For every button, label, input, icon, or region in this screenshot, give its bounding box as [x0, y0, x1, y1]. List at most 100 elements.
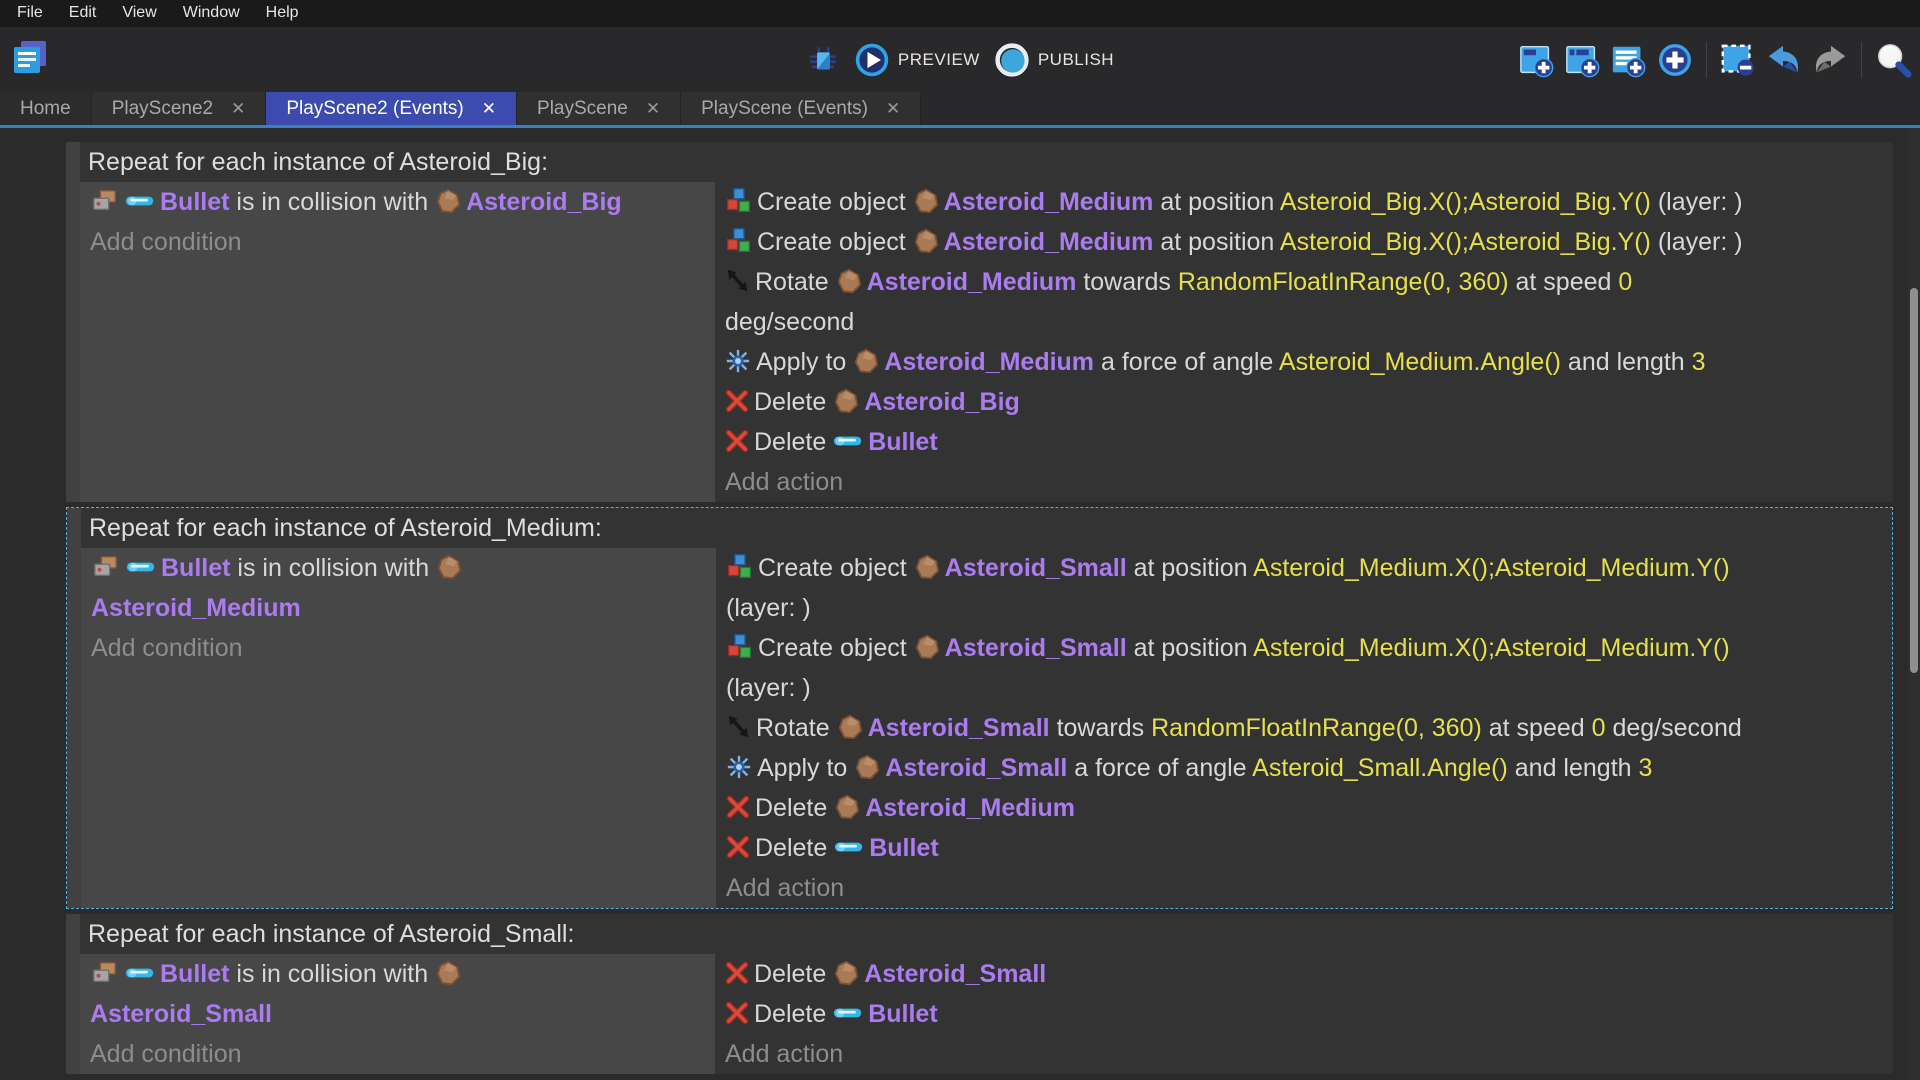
add-action-button[interactable]: Add action — [726, 868, 1892, 908]
expression: RandomFloatInRange(0, 360) — [1151, 714, 1482, 742]
delete-icon — [725, 389, 749, 413]
expression: Asteroid_Small.Angle() — [1252, 754, 1508, 782]
action-line[interactable]: Delete Bullet — [726, 828, 1892, 868]
add-condition-button[interactable]: Add condition — [91, 628, 710, 668]
action-line[interactable]: Create object Asteroid_Small at position… — [726, 548, 1892, 588]
tab-close-icon[interactable]: ✕ — [646, 100, 660, 117]
condition-line[interactable]: Bullet is in collision with — [91, 548, 710, 588]
event-drag-handle[interactable] — [67, 508, 81, 908]
delete-icon — [726, 795, 750, 819]
scrollbar-thumb[interactable] — [1910, 288, 1918, 673]
publish-button[interactable]: PUBLISH — [994, 42, 1114, 78]
delete-icon — [725, 429, 749, 453]
action-line[interactable]: Delete Asteroid_Medium — [726, 788, 1892, 828]
condition-line[interactable]: Asteroid_Small — [90, 994, 709, 1034]
object-name: Asteroid_Medium — [865, 794, 1075, 822]
tab-playscene2-events[interactable]: PlayScene2 (Events)✕ — [266, 92, 517, 125]
asteroid-icon — [836, 268, 862, 294]
condition-line[interactable]: Bullet is in collision with Asteroid_Big — [90, 182, 709, 222]
create-object-icon — [725, 187, 752, 214]
asteroid-icon — [834, 794, 860, 820]
asteroid-icon — [913, 228, 939, 254]
add-action-button[interactable]: Add action — [725, 1034, 1893, 1074]
expression: 0 — [1592, 714, 1606, 742]
event-main: Repeat for each instance of Asteroid_Sma… — [80, 914, 1893, 1074]
instruction-text: (layer: ) — [1651, 188, 1743, 216]
delete-selection-icon[interactable] — [1719, 41, 1757, 79]
action-line[interactable]: Rotate Asteroid_Medium towards RandomFlo… — [725, 262, 1893, 302]
action-line[interactable]: Rotate Asteroid_Small towards RandomFloa… — [726, 708, 1892, 748]
conditions-column: Bullet is in collision with Asteroid_Big… — [80, 182, 715, 502]
events-sheet: Repeat for each instance of Asteroid_Big… — [0, 128, 1920, 1080]
expression: 3 — [1692, 348, 1706, 376]
object-name: Bullet — [868, 428, 937, 456]
add-comment-icon[interactable] — [1610, 41, 1648, 79]
action-line[interactable]: Create object Asteroid_Medium at positio… — [725, 182, 1893, 222]
add-subevent-icon[interactable] — [1564, 41, 1602, 79]
object-name: Bullet — [869, 834, 938, 862]
condition-line[interactable]: Bullet is in collision with — [90, 954, 709, 994]
action-line[interactable]: Create object Asteroid_Small at position… — [726, 628, 1892, 668]
event-drag-handle[interactable] — [66, 914, 80, 1074]
tab-playscene2[interactable]: PlayScene2✕ — [92, 92, 267, 125]
tab-bar: HomePlayScene2✕PlayScene2 (Events)✕PlayS… — [0, 92, 1920, 128]
event-header[interactable]: Repeat for each instance of Asteroid_Med… — [81, 508, 1892, 548]
tab-close-icon[interactable]: ✕ — [886, 100, 900, 117]
undo-icon[interactable] — [1765, 41, 1803, 79]
event-header[interactable]: Repeat for each instance of Asteroid_Sma… — [80, 914, 1893, 954]
instruction-text: Delete — [755, 834, 834, 862]
create-object-icon — [726, 633, 753, 660]
tab-close-icon[interactable]: ✕ — [231, 100, 245, 117]
action-line[interactable]: Delete Bullet — [725, 994, 1893, 1034]
event-block-1[interactable]: Repeat for each instance of Asteroid_Big… — [66, 142, 1893, 502]
menu-item-help[interactable]: Help — [253, 0, 312, 26]
action-line[interactable]: Create object Asteroid_Medium at positio… — [725, 222, 1893, 262]
object-name: Bullet — [868, 1000, 937, 1028]
expression: 3 — [1639, 754, 1653, 782]
asteroid-icon — [837, 714, 863, 740]
event-header[interactable]: Repeat for each instance of Asteroid_Big… — [80, 142, 1893, 182]
instruction-text: Delete — [754, 1000, 833, 1028]
tab-playscene-events[interactable]: PlayScene (Events)✕ — [681, 92, 921, 125]
event-body: Bullet is in collision with Asteroid_Big… — [80, 182, 1893, 502]
instruction-text: deg/second — [725, 308, 854, 336]
menu-item-view[interactable]: View — [109, 0, 169, 26]
menu-item-file[interactable]: File — [4, 0, 56, 26]
action-line[interactable]: Apply to Asteroid_Medium a force of angl… — [725, 342, 1893, 382]
menu-item-window[interactable]: Window — [170, 0, 253, 26]
choose-event-type-icon[interactable] — [1656, 41, 1694, 79]
publish-globe-icon — [994, 42, 1030, 78]
asteroid-icon — [435, 960, 461, 986]
add-condition-button[interactable]: Add condition — [90, 1034, 709, 1074]
tab-close-icon[interactable]: ✕ — [482, 100, 496, 117]
tab-playscene[interactable]: PlayScene✕ — [517, 92, 681, 125]
add-event-icon[interactable] — [1518, 41, 1556, 79]
object-name: Asteroid_Small — [864, 960, 1046, 988]
tab-home[interactable]: Home — [0, 92, 92, 125]
search-icon[interactable] — [1874, 41, 1912, 79]
condition-line[interactable]: Asteroid_Medium — [91, 588, 710, 628]
actions-column: Create object Asteroid_Medium at positio… — [715, 182, 1893, 502]
action-line[interactable]: Apply to Asteroid_Small a force of angle… — [726, 748, 1892, 788]
event-block-2[interactable]: Repeat for each instance of Asteroid_Med… — [66, 507, 1893, 909]
action-line[interactable]: Delete Bullet — [725, 422, 1893, 462]
action-line[interactable]: deg/second — [725, 302, 1893, 342]
menu-bar: FileEditViewWindowHelp — [0, 0, 1920, 27]
event-block-3[interactable]: Repeat for each instance of Asteroid_Sma… — [66, 914, 1893, 1074]
action-line[interactable]: (layer: ) — [726, 588, 1892, 628]
debug-icon[interactable] — [806, 43, 840, 77]
preview-button[interactable]: PREVIEW — [854, 42, 980, 78]
action-line[interactable]: (layer: ) — [726, 668, 1892, 708]
collision-condition-icon — [91, 554, 121, 580]
action-line[interactable]: Delete Asteroid_Small — [725, 954, 1893, 994]
action-line[interactable]: Delete Asteroid_Big — [725, 382, 1893, 422]
event-drag-handle[interactable] — [66, 142, 80, 502]
scrollbar-track[interactable] — [1908, 128, 1920, 1080]
instruction-text: at speed — [1509, 268, 1619, 296]
object-name: Bullet — [160, 960, 229, 988]
add-condition-button[interactable]: Add condition — [90, 222, 709, 262]
redo-icon[interactable] — [1811, 41, 1849, 79]
menu-item-edit[interactable]: Edit — [56, 0, 110, 26]
delete-icon — [726, 835, 750, 859]
add-action-button[interactable]: Add action — [725, 462, 1893, 502]
